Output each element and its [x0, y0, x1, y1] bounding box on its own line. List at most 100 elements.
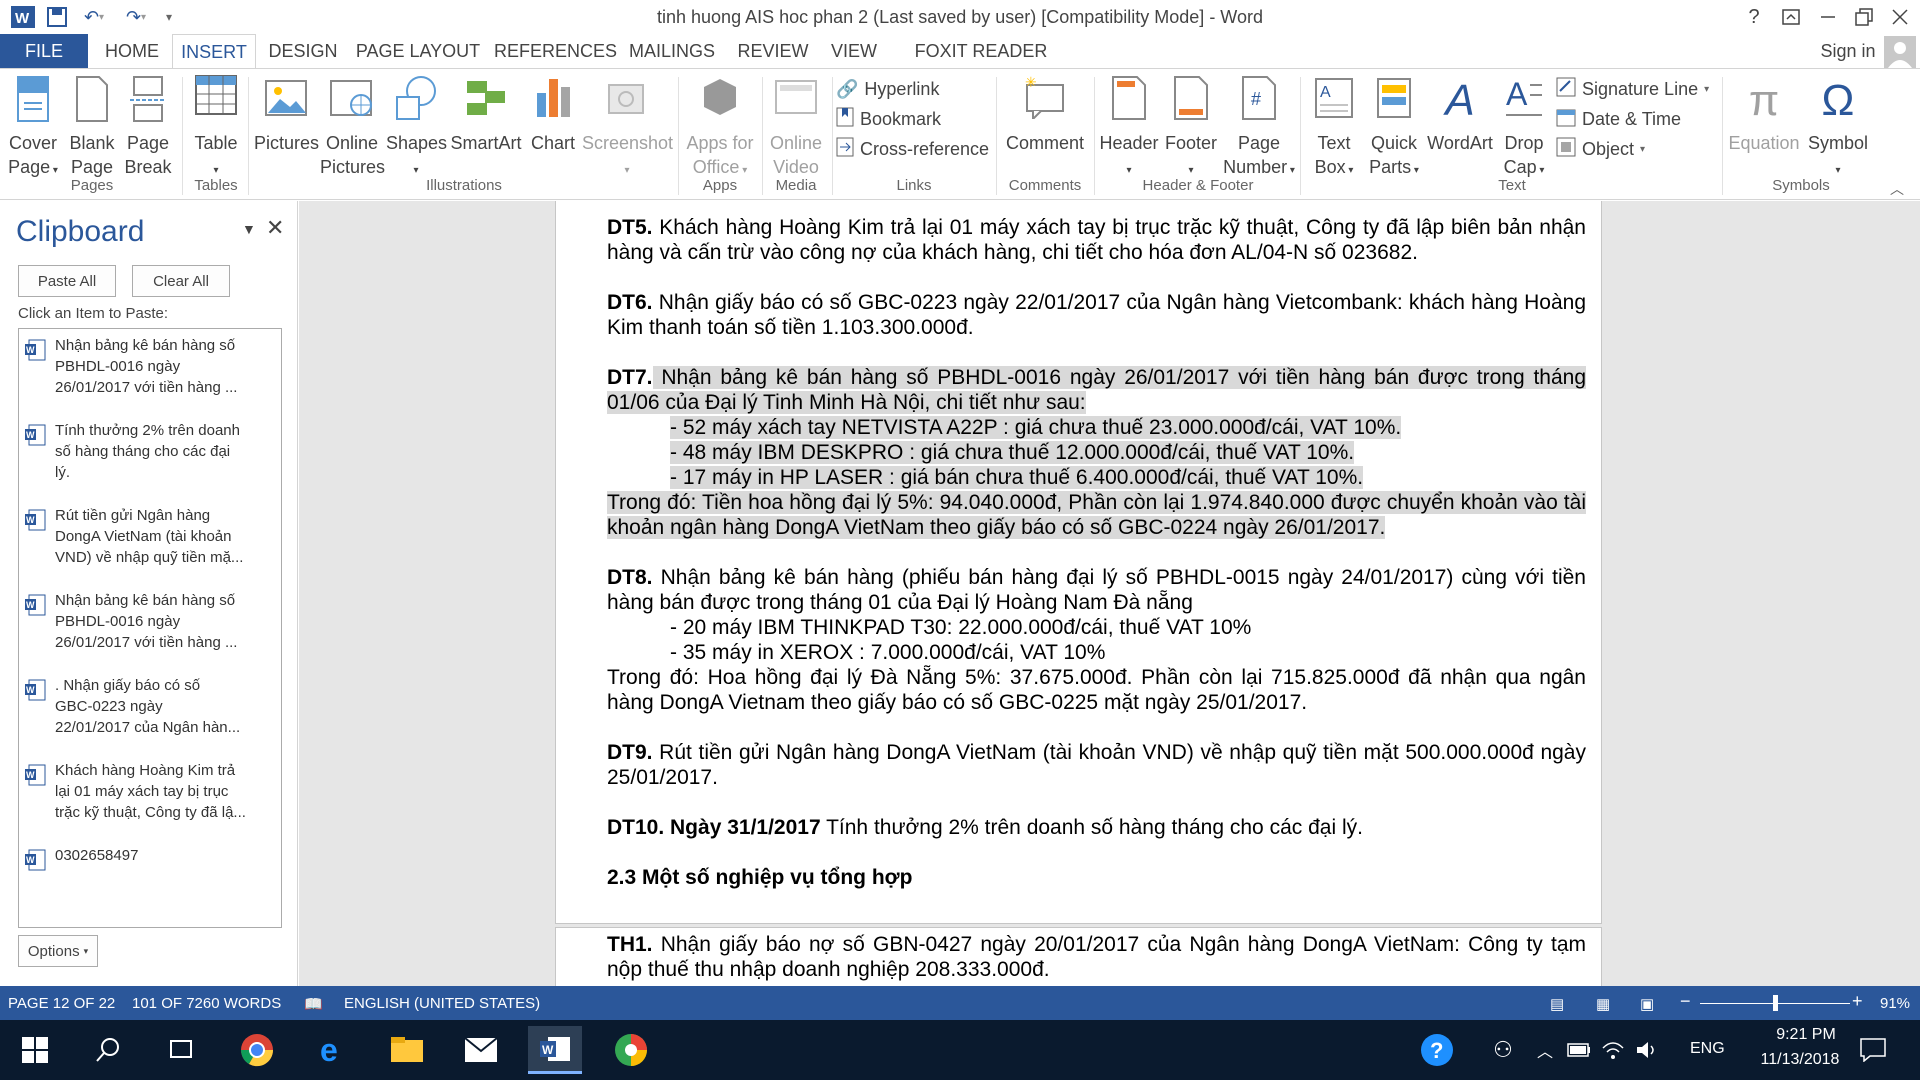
chrome-icon[interactable] — [230, 1026, 284, 1074]
screenshot-button[interactable]: Screenshot ▾ — [582, 75, 673, 183]
input-language[interactable]: ENG — [1690, 1040, 1725, 1058]
print-layout-icon[interactable]: ▦ — [1596, 995, 1610, 1013]
cross-reference-button[interactable]: Cross-reference — [836, 135, 989, 163]
chart-button[interactable]: Chart — [526, 75, 580, 155]
wordart-button[interactable]: A WordArt — [1424, 75, 1496, 155]
dt8-item-1[interactable]: - 20 máy IBM THINKPAD T30: 22.000.000đ/c… — [607, 615, 1586, 640]
help-tray-icon[interactable]: ? — [1410, 1026, 1464, 1074]
dt8-item-2[interactable]: - 35 máy in XEROX : 7.000.000đ/cái, VAT … — [607, 640, 1586, 665]
clipboard-item[interactable]: W Khách hàng Hoàng Kim trả lại 01 máy xác… — [23, 760, 277, 823]
windows-start-icon[interactable] — [8, 1026, 62, 1074]
clipboard-item[interactable]: W Rút tiền gửi Ngân hàng DongA VietNam (t… — [23, 505, 277, 568]
table-button[interactable]: Table ▾ — [188, 75, 244, 183]
section-heading[interactable]: 2.3 Một số nghiệp vụ tổng hợp — [607, 865, 1586, 890]
tab-insert[interactable]: INSERT — [172, 34, 256, 69]
header-button[interactable]: Header ▾ — [1098, 75, 1160, 183]
sign-in-link[interactable]: Sign in — [1818, 34, 1878, 68]
action-center-icon[interactable] — [1846, 1026, 1900, 1074]
word-taskbar-icon[interactable]: W — [528, 1026, 582, 1074]
clipboard-item[interactable]: W Nhận bảng kê bán hàng số PBHDL-0016 ngà… — [23, 590, 277, 653]
page-number-button[interactable]: # Page Number ▾ — [1222, 75, 1296, 183]
read-mode-icon[interactable]: ▤ — [1550, 995, 1564, 1013]
paragraph-dt9[interactable]: DT9. Rút tiền gửi Ngân hàng DongA VietNa… — [607, 740, 1586, 790]
paragraph-dt6[interactable]: DT6. Nhận giấy báo có số GBC-0223 ngày 2… — [607, 290, 1586, 340]
paragraph-dt8[interactable]: DT8. Nhận bảng kê bán hàng (phiếu bán hà… — [607, 565, 1586, 615]
paste-all-button[interactable]: Paste All — [18, 265, 116, 297]
battery-icon[interactable] — [1564, 1026, 1594, 1074]
show-hidden-icons-chevron-icon[interactable]: ︿ — [1530, 1026, 1560, 1074]
pictures-button[interactable]: Pictures — [254, 75, 319, 155]
pane-options-chevron-icon[interactable]: ▼ — [242, 221, 256, 237]
clipboard-item[interactable]: W 0302658497 — [23, 845, 277, 871]
tab-view[interactable]: VIEW — [822, 34, 886, 68]
dt7-summary[interactable]: Trong đó: Tiền hoa hồng đại lý 5%: 94.04… — [607, 490, 1586, 540]
shapes-button[interactable]: Shapes ▾ — [386, 75, 447, 183]
tab-page-layout[interactable]: PAGE LAYOUT — [352, 34, 484, 68]
tab-references[interactable]: REFERENCES — [494, 34, 617, 68]
apps-for-office-button[interactable]: Apps for Office ▾ — [684, 75, 756, 183]
wifi-icon[interactable] — [1598, 1026, 1628, 1074]
proofing-icon[interactable]: 📖 — [304, 995, 323, 1013]
restore-icon[interactable] — [1846, 2, 1882, 32]
language-indicator[interactable]: ENGLISH (UNITED STATES) — [344, 995, 540, 1012]
dt8-summary[interactable]: Trong đó: Hoa hồng đại lý Đà Nẵng 5%: 37… — [607, 665, 1586, 715]
page-count[interactable]: PAGE 12 OF 22 — [8, 995, 115, 1012]
user-avatar-icon[interactable] — [1884, 36, 1916, 68]
text-box-button[interactable]: A Text Box ▾ — [1304, 75, 1364, 183]
comment-button[interactable]: ✳ Comment — [1000, 74, 1090, 155]
page-break-button[interactable]: Page Break — [122, 75, 174, 179]
bookmark-button[interactable]: Bookmark — [836, 105, 941, 133]
help-button[interactable]: ? — [1736, 2, 1772, 32]
options-button[interactable]: Options ▾ — [18, 935, 98, 967]
dt7-item-3[interactable]: - 17 máy in HP LASER : giá bán chưa thuế… — [607, 465, 1586, 490]
zoom-level[interactable]: 91% — [1880, 995, 1910, 1012]
clipboard-item[interactable]: W . Nhận giấy báo có số GBC-0223 ngày 22/0… — [23, 675, 277, 738]
cover-page-button[interactable]: Cover Page ▾ — [4, 75, 62, 183]
drop-cap-button[interactable]: A Drop Cap ▾ — [1496, 75, 1552, 183]
online-pictures-button[interactable]: Online Pictures — [320, 75, 385, 179]
close-icon[interactable] — [1882, 2, 1918, 32]
equation-button[interactable]: π Equation — [1726, 75, 1802, 155]
zoom-in-icon[interactable]: + — [1852, 991, 1863, 1012]
paragraph-dt10[interactable]: DT10. Ngày 31/1/2017 Tính thưởng 2% trên… — [607, 815, 1586, 840]
minimize-icon[interactable] — [1810, 2, 1846, 32]
quick-parts-button[interactable]: Quick Parts ▾ — [1364, 75, 1424, 183]
clipboard-item[interactable]: W Tính thưởng 2% trên doanh số hàng tháng… — [23, 420, 277, 483]
word-count[interactable]: 101 OF 7260 WORDS — [132, 995, 281, 1012]
clipboard-item[interactable]: W Nhận bảng kê bán hàng số PBHDL-0016 ngà… — [23, 335, 277, 398]
search-icon[interactable] — [82, 1026, 136, 1074]
object-button[interactable]: Object ▾ — [1556, 135, 1645, 163]
tab-design[interactable]: DESIGN — [262, 34, 344, 68]
tab-review[interactable]: REVIEW — [734, 34, 812, 68]
pinned-app-icon[interactable] — [604, 1026, 658, 1074]
footer-button[interactable]: Footer ▾ — [1160, 75, 1222, 183]
dt7-item-2[interactable]: - 48 máy IBM DESKPRO : giá chưa thuế 12.… — [607, 440, 1586, 465]
edge-icon[interactable]: e — [306, 1026, 360, 1074]
smartart-button[interactable]: SmartArt — [448, 75, 524, 155]
symbol-button[interactable]: Ω Symbol ▾ — [1802, 75, 1874, 183]
ribbon-display-options-icon[interactable] — [1773, 2, 1809, 32]
paragraph-th1[interactable]: TH1. Nhận giấy báo nợ số GBN-0427 ngày 2… — [607, 932, 1586, 982]
web-layout-icon[interactable]: ▣ — [1640, 995, 1654, 1013]
online-video-button[interactable]: Online Video — [766, 75, 826, 179]
paragraph-dt7[interactable]: DT7. Nhận bảng kê bán hàng số PBHDL-0016… — [607, 365, 1586, 415]
dt7-item-1[interactable]: - 52 máy xách tay NETVISTA A22P : giá ch… — [607, 415, 1586, 440]
tab-foxit-reader-pdf[interactable]: FOXIT READER PDF — [898, 34, 1064, 95]
signature-line-button[interactable]: Signature Line ▾ — [1556, 75, 1709, 103]
clock-time[interactable]: 9:21 PM — [1756, 1026, 1856, 1044]
task-view-icon[interactable] — [154, 1026, 208, 1074]
clock-date[interactable]: 11/13/2018 — [1744, 1051, 1856, 1069]
people-icon[interactable]: ⚇ — [1476, 1026, 1530, 1074]
file-explorer-icon[interactable] — [380, 1026, 434, 1074]
zoom-out-icon[interactable]: − — [1680, 991, 1691, 1012]
zoom-slider-thumb[interactable] — [1773, 995, 1778, 1011]
paragraph-dt5[interactable]: DT5. Khách hàng Hoàng Kim trả lại 01 máy… — [607, 215, 1586, 265]
clear-all-button[interactable]: Clear All — [132, 265, 230, 297]
close-pane-icon[interactable]: ✕ — [266, 215, 284, 241]
blank-page-button[interactable]: Blank Page — [66, 75, 118, 179]
collapse-ribbon-icon[interactable]: ︿ — [1890, 179, 1904, 199]
mail-icon[interactable] — [454, 1026, 508, 1074]
tab-file[interactable]: FILE — [0, 34, 88, 68]
hyperlink-button[interactable]: 🔗 Hyperlink — [836, 75, 939, 103]
volume-icon[interactable] — [1632, 1026, 1662, 1074]
